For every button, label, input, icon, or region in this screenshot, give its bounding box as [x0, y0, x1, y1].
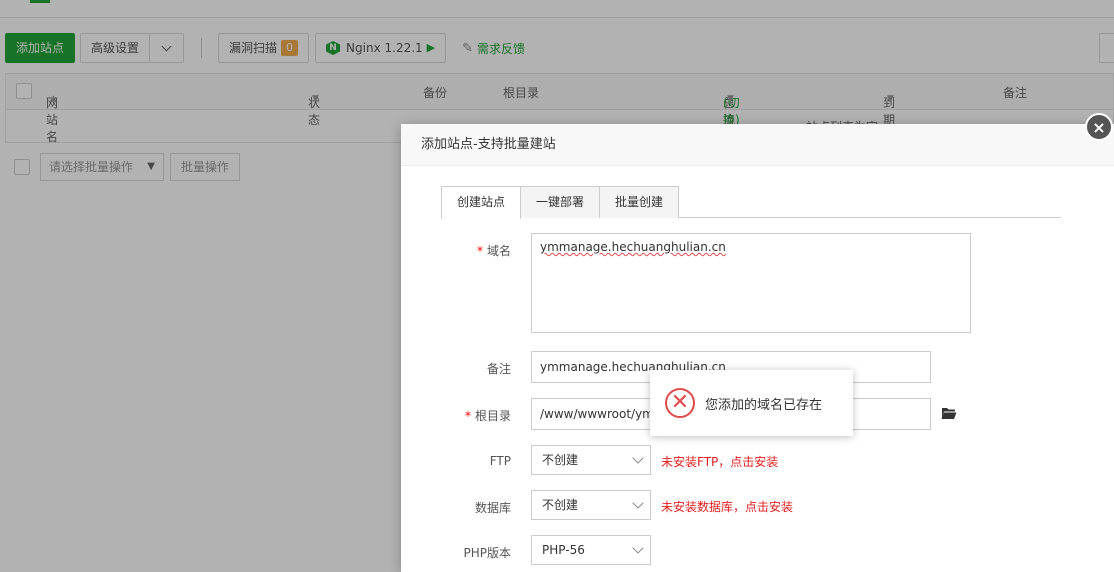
root-label: * 根目录 [401, 407, 511, 424]
chevron-down-icon [632, 542, 644, 554]
required-mark: * [464, 409, 471, 423]
error-toast: ✕ 您添加的域名已存在 [650, 370, 853, 436]
remark-label: 备注 [486, 362, 511, 376]
ftp-select[interactable]: 不创建 [531, 445, 651, 475]
database-label: 数据库 [474, 501, 511, 515]
php-version-value: PHP-56 [542, 543, 585, 557]
dialog-title: 添加站点-支持批量建站 [401, 124, 1114, 166]
chevron-down-icon [632, 497, 644, 509]
php-version-label: PHP版本 [463, 546, 512, 560]
install-ftp-link[interactable]: 未安装FTP，点击安装 [661, 453, 778, 470]
tab-create-site[interactable]: 创建站点 [441, 186, 522, 219]
dialog-tabs: 创建站点 一键部署 批量创建 [441, 186, 1061, 219]
required-mark: * [476, 244, 483, 258]
ftp-label: FTP [489, 454, 511, 468]
domain-label: * 域名 [401, 242, 511, 259]
domain-value: ymmanage.hechuanghulian.cn [540, 240, 726, 254]
domain-label-text: 域名 [486, 244, 511, 258]
tab-one-click-deploy[interactable]: 一键部署 [520, 186, 601, 218]
domain-textarea[interactable]: ymmanage.hechuanghulian.cn [531, 233, 971, 333]
toast-message: 您添加的域名已存在 [705, 397, 823, 413]
add-site-dialog: 添加站点-支持批量建站 创建站点 一键部署 批量创建 * 域名 ymmanage.… [401, 124, 1114, 572]
database-select[interactable]: 不创建 [531, 490, 651, 520]
ftp-select-value: 不创建 [542, 453, 579, 467]
install-database-link[interactable]: 未安装数据库，点击安装 [661, 498, 793, 515]
root-label-text: 根目录 [474, 409, 511, 423]
dialog-close-button[interactable]: × [1085, 113, 1113, 141]
folder-open-icon[interactable] [941, 406, 957, 420]
tab-batch-create[interactable]: 批量创建 [599, 186, 680, 218]
error-icon: ✕ [665, 388, 695, 418]
php-version-select[interactable]: PHP-56 [531, 535, 651, 565]
chevron-down-icon [632, 452, 644, 464]
database-select-value: 不创建 [542, 498, 579, 512]
